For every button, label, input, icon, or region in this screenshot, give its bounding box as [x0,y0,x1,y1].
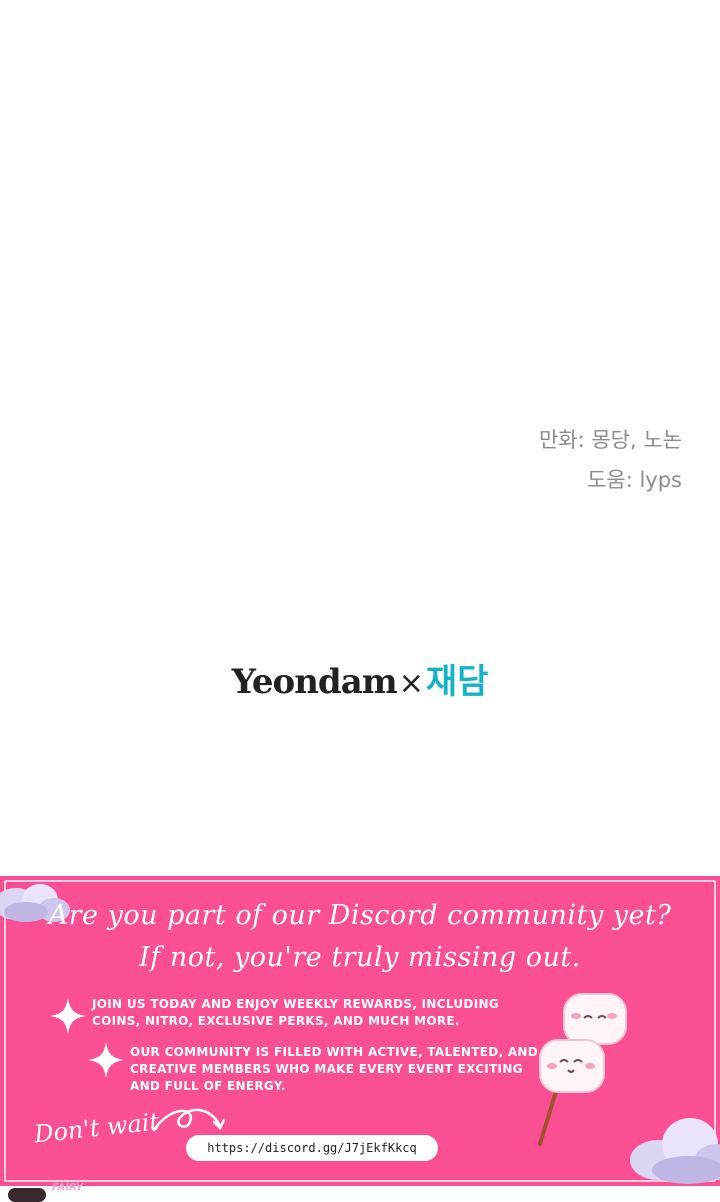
logo-separator: × [398,666,424,701]
banner-bullet-1: JOIN US TODAY AND ENJOY WEEKLY REWARDS, … [92,997,499,1028]
swirl-arrow-icon [152,1108,226,1132]
credits-assistant: 도움: lyps [587,468,682,492]
sparkle-icon [88,1042,124,1078]
banner-cta-text: Don't wait [32,1107,161,1149]
banner-headline-2: If not, you're truly missing out. [139,942,581,973]
footer-logo-text: FAIRY [52,1182,84,1193]
credits: 만화: 몽당, 노논 도움: lyps [539,420,682,500]
banner-headline-1: Are you part of our Discord community ye… [48,900,672,931]
discord-invite-link[interactable]: https://discord.gg/J7jEkfKkcq [186,1135,438,1161]
footer-logo: FAIRY [4,1182,84,1202]
logo-english: Yeondam [231,662,398,702]
banner-bullet-2: OUR COMMUNITY IS FILLED WITH ACTIVE, TAL… [130,1045,539,1093]
footer-strip [0,1186,720,1200]
credits-artist: 만화: 몽당, 노논 [538,428,682,452]
publisher-logo: Yeondam×재담 [0,660,720,706]
cloud-icon [630,1118,720,1184]
marshmallow-skewer-icon [538,993,627,1146]
logo-korean: 재담 [425,662,489,702]
discord-banner[interactable]: Are you part of our Discord community ye… [0,876,720,1186]
sparkle-icon [50,998,86,1034]
